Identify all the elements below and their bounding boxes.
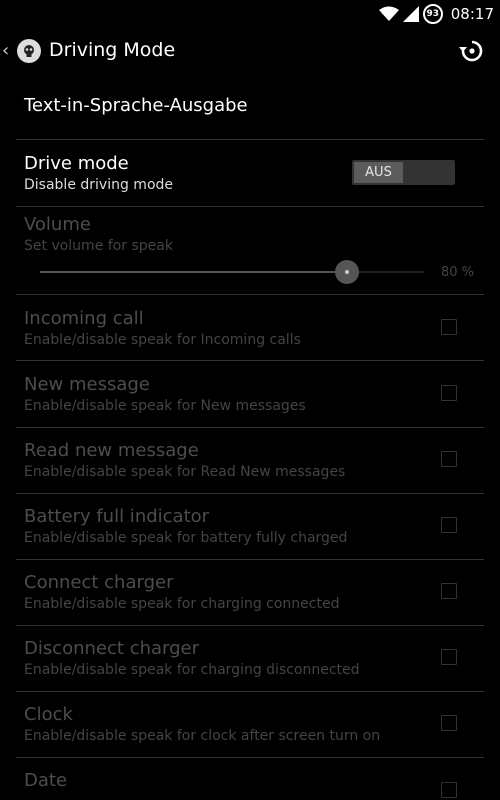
- item-title: Connect charger: [24, 572, 174, 593]
- divider: [16, 625, 484, 626]
- volume-summary: Set volume for speak: [24, 238, 173, 254]
- divider: [16, 294, 484, 295]
- item-summary: Enable/disable speak for New messages: [24, 398, 306, 414]
- divider: [16, 360, 484, 361]
- item-summary: Enable/disable speak for charging connec…: [24, 596, 340, 612]
- toggle-label: AUS: [365, 165, 392, 180]
- volume-value: 80 %: [440, 265, 474, 280]
- skull-icon[interactable]: [17, 39, 41, 63]
- slider-fill: [40, 271, 348, 273]
- status-bar: 93 08:17: [0, 0, 500, 28]
- checkbox[interactable]: [441, 583, 457, 599]
- item-title: Battery full indicator: [24, 506, 210, 527]
- drive-mode-title: Drive mode: [24, 153, 129, 174]
- toggle-thumb: AUS: [354, 162, 403, 183]
- item-title: Read new message: [24, 440, 199, 461]
- checkbox[interactable]: [441, 782, 457, 798]
- checkbox[interactable]: [441, 517, 457, 533]
- checkbox[interactable]: [441, 715, 457, 731]
- volume-slider[interactable]: [40, 260, 424, 284]
- item-title: Clock: [24, 704, 73, 725]
- status-icons: 93 08:17: [378, 2, 494, 26]
- item-summary: Enable/disable speak for battery fully c…: [24, 530, 348, 546]
- divider: [16, 139, 484, 140]
- divider: [16, 206, 484, 207]
- page-title: Driving Mode: [49, 39, 176, 61]
- item-title: New message: [24, 374, 150, 395]
- divider: [16, 559, 484, 560]
- divider: [16, 493, 484, 494]
- battery-icon: 93: [422, 4, 443, 24]
- item-summary: Enable/disable speak for Read New messag…: [24, 464, 346, 480]
- item-summary: Enable/disable speak for charging discon…: [24, 662, 360, 678]
- item-title: Date: [24, 770, 68, 791]
- checkbox[interactable]: [441, 649, 457, 665]
- status-time: 08:17: [450, 5, 494, 23]
- item-summary: Enable/disable speak for Incoming calls: [24, 332, 301, 348]
- category-header: Text-in-Sprache-Ausgabe: [24, 95, 248, 116]
- slider-thumb[interactable]: [335, 260, 360, 284]
- checkbox[interactable]: [441, 319, 457, 335]
- item-title: Disconnect charger: [24, 638, 200, 659]
- drive-mode-summary: Disable driving mode: [24, 177, 174, 193]
- item-summary: Enable/disable speak for clock after scr…: [24, 728, 381, 744]
- volume-title: Volume: [24, 214, 91, 235]
- battery-level: 93: [426, 9, 440, 19]
- divider: [16, 757, 484, 758]
- reset-icon[interactable]: [458, 37, 486, 65]
- wifi-icon: [378, 6, 399, 21]
- divider: [16, 691, 484, 692]
- checkbox[interactable]: [441, 385, 457, 401]
- action-bar: ‹ Driving Mode: [0, 28, 500, 74]
- chevron-left-icon[interactable]: ‹: [2, 40, 9, 61]
- drive-mode-toggle[interactable]: AUS: [352, 160, 455, 185]
- divider: [16, 427, 484, 428]
- signal-icon: [402, 6, 419, 22]
- item-title: Incoming call: [24, 308, 144, 329]
- checkbox[interactable]: [441, 451, 457, 467]
